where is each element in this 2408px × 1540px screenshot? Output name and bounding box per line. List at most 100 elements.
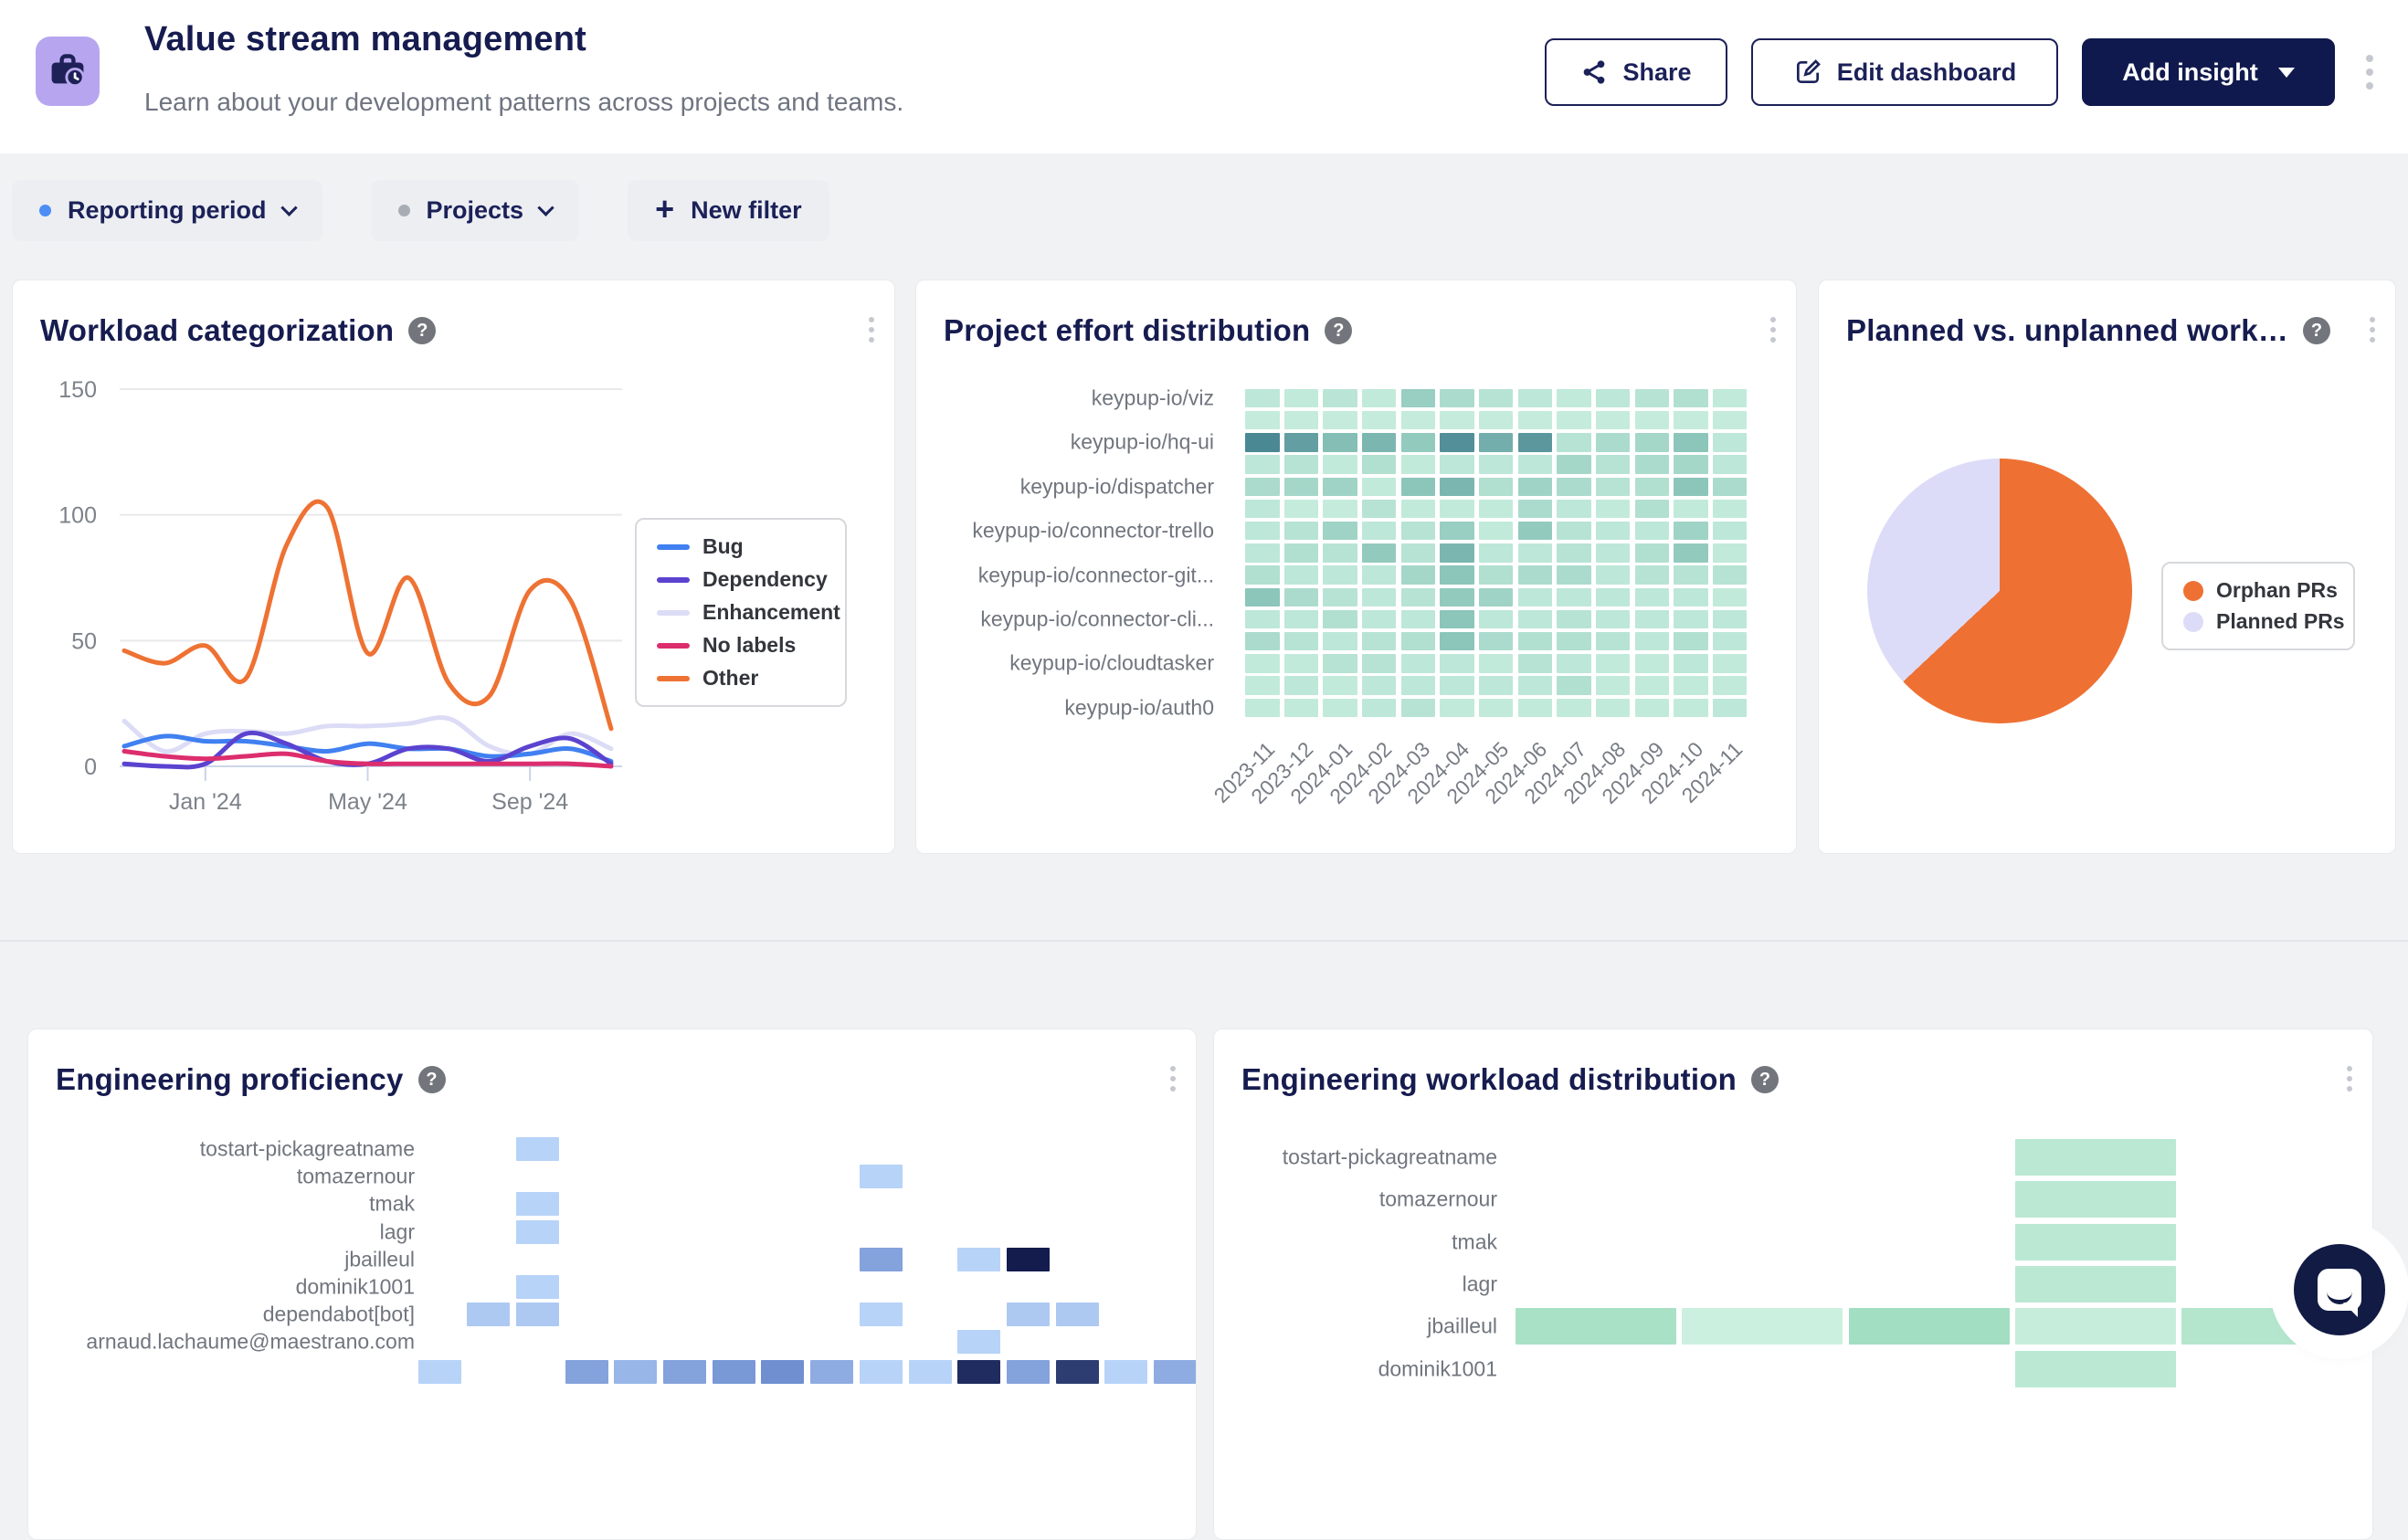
heatmap-cell	[1635, 699, 1670, 717]
heatmap-cell	[1245, 389, 1280, 407]
heatmap-cell	[1479, 522, 1514, 540]
heatmap-cell	[1557, 654, 1591, 672]
help-icon[interactable]: ?	[1751, 1066, 1779, 1093]
heatmap-cell	[1440, 632, 1474, 650]
legend-label: Planned PRs	[2216, 609, 2345, 634]
edit-dashboard-button[interactable]: Edit dashboard	[1751, 38, 2058, 106]
new-filter-button[interactable]: + New filter	[628, 180, 829, 241]
heatmap-cell	[1245, 543, 1280, 562]
row-label: tomazernour	[1379, 1187, 1497, 1212]
header-menu-kebab[interactable]	[2359, 47, 2381, 97]
legend-item-other[interactable]: Other	[657, 666, 825, 691]
card-menu-kebab[interactable]	[2339, 1059, 2360, 1099]
chevron-down-icon	[537, 199, 554, 216]
heatmap-cell	[1635, 676, 1670, 694]
heatmap-cell	[1362, 565, 1397, 584]
heatmap-cell	[1440, 433, 1474, 451]
heatmap-cell	[860, 1165, 903, 1188]
help-icon[interactable]: ?	[408, 317, 436, 344]
heatmap-cell	[1362, 588, 1397, 607]
chat-launcher[interactable]	[2294, 1244, 2385, 1335]
heatmap-cell	[1401, 455, 1436, 473]
row-label: keypup-io/hq-ui	[1071, 430, 1214, 455]
heatmap-cell	[1362, 455, 1397, 473]
y-axis-label: 100	[58, 503, 97, 529]
heatmap-cell	[1401, 543, 1436, 562]
heatmap-cell	[1440, 389, 1474, 407]
heatmap-cell	[1440, 676, 1474, 694]
heatmap-cell	[467, 1303, 510, 1326]
heatmap-cell	[1518, 654, 1553, 672]
row-label: lagr	[1463, 1271, 1497, 1296]
heatmap-cell	[1323, 676, 1357, 694]
legend-item-orphan-prs[interactable]: Orphan PRs	[2183, 578, 2333, 603]
heatmap-cell	[1635, 522, 1670, 540]
heatmap-cell	[418, 1360, 461, 1384]
heatmap-cell	[1401, 699, 1436, 717]
heatmap-cell	[1635, 433, 1670, 451]
legend-item-dependency[interactable]: Dependency	[657, 567, 825, 592]
filter-projects[interactable]: Projects	[371, 180, 580, 241]
add-insight-button[interactable]: Add insight	[2082, 38, 2335, 106]
heatmap-cell	[516, 1192, 559, 1216]
heatmap-cell	[1518, 699, 1553, 717]
heatmap-cell	[2015, 1308, 2176, 1345]
heatmap-cell	[1440, 411, 1474, 429]
heatmap-cell	[1323, 588, 1357, 607]
heatmap-cell	[1635, 478, 1670, 496]
heatmap-cell	[516, 1303, 559, 1326]
heatmap-cell	[1323, 565, 1357, 584]
row-label: keypup-io/auth0	[1064, 695, 1214, 720]
section-divider	[0, 940, 2408, 942]
heatmap-cell	[1635, 565, 1670, 584]
heatmap-cell	[1440, 522, 1474, 540]
card-engineering-proficiency: Engineering proficiency ? tostart-pickag…	[27, 1028, 1197, 1540]
filter-reporting-period[interactable]: Reporting period	[12, 180, 322, 241]
heatmap-cell	[1284, 455, 1319, 473]
legend-item-planned-prs[interactable]: Planned PRs	[2183, 609, 2333, 634]
card-menu-kebab[interactable]	[1163, 1059, 1183, 1099]
heatmap-cell	[1674, 676, 1708, 694]
share-button[interactable]: Share	[1545, 38, 1727, 106]
heatmap-cell	[1284, 654, 1319, 672]
heatmap-cell	[1284, 699, 1319, 717]
legend-item-bug[interactable]: Bug	[657, 534, 825, 559]
heatmap-cell	[1440, 588, 1474, 607]
card-planned-vs-unplanned: Planned vs. unplanned work… ? Orphan PRs…	[1818, 280, 2396, 854]
heatmap-cell	[1401, 610, 1436, 628]
card-engineering-workload-distribution: Engineering workload distribution ? tost…	[1213, 1028, 2373, 1540]
help-icon[interactable]: ?	[418, 1066, 446, 1093]
row-label: keypup-io/dispatcher	[1020, 474, 1214, 499]
heatmap-cell	[1362, 632, 1397, 650]
line-series-enhancement	[124, 718, 611, 754]
heatmap-cell	[1596, 543, 1631, 562]
legend-item-no-labels[interactable]: No labels	[657, 633, 825, 658]
heatmap-cell	[1674, 478, 1708, 496]
legend-label: Orphan PRs	[2216, 578, 2338, 603]
y-axis-label: 0	[84, 754, 97, 780]
heatmap-cell	[516, 1275, 559, 1299]
heatmap-cell	[1245, 455, 1280, 473]
heatmap-cell	[1362, 699, 1397, 717]
card-menu-kebab[interactable]	[861, 310, 882, 350]
card-title: Planned vs. unplanned work…	[1846, 313, 2288, 348]
heatmap-cell	[1401, 411, 1436, 429]
edit-dashboard-label: Edit dashboard	[1837, 58, 2017, 87]
heatmap-cell	[1557, 588, 1591, 607]
heatmap-cell	[1362, 433, 1397, 451]
heatmap-cell	[1104, 1360, 1147, 1384]
heatmap-cell	[1245, 500, 1280, 518]
card-menu-kebab[interactable]	[1763, 310, 1783, 350]
legend-item-enhancement[interactable]: Enhancement	[657, 600, 825, 625]
help-icon[interactable]: ?	[2303, 317, 2330, 344]
heatmap-cell	[1323, 610, 1357, 628]
heatmap-cell	[1596, 411, 1631, 429]
heatmap-cell	[1674, 699, 1708, 717]
heatmap-cell	[1596, 565, 1631, 584]
heatmap-cell	[1323, 500, 1357, 518]
heatmap-cell	[1245, 478, 1280, 496]
legend-label: No labels	[702, 633, 796, 658]
help-icon[interactable]: ?	[1325, 317, 1352, 344]
row-label: tostart-pickagreatname	[200, 1137, 415, 1162]
card-menu-kebab[interactable]	[2362, 310, 2382, 350]
